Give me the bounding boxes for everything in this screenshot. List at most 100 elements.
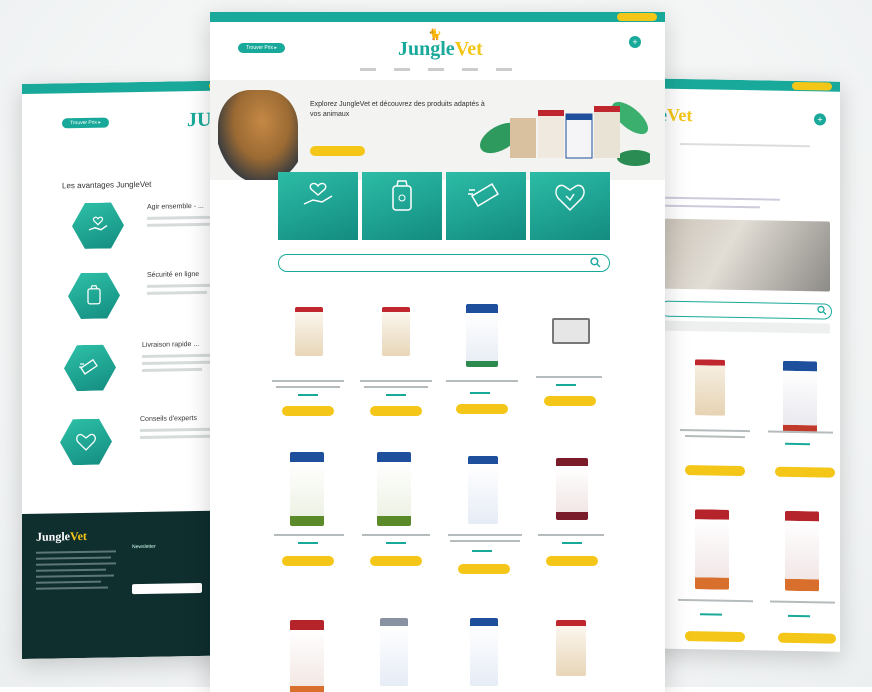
feature-title-1: Agir ensemble - ... bbox=[147, 202, 204, 211]
right-plus-icon[interactable]: + bbox=[814, 113, 826, 126]
hero-products-image bbox=[480, 101, 650, 166]
add-to-cart-button[interactable] bbox=[282, 556, 334, 566]
add-to-cart-button[interactable] bbox=[370, 406, 422, 416]
right-topbar-pill[interactable] bbox=[792, 81, 832, 91]
add-to-cart-button[interactable] bbox=[370, 556, 422, 566]
product-image[interactable] bbox=[290, 452, 324, 526]
product-image[interactable] bbox=[556, 620, 586, 676]
product-image[interactable] bbox=[556, 458, 588, 520]
right-intro-text-2 bbox=[660, 204, 760, 209]
feature-title-2: Sécurité en ligne bbox=[147, 270, 200, 279]
right-sort-bar[interactable] bbox=[660, 320, 830, 334]
hand-heart-icon bbox=[303, 182, 333, 205]
product-name[interactable] bbox=[360, 380, 432, 382]
product-search-bar[interactable] bbox=[278, 254, 610, 272]
add-to-cart-button[interactable] bbox=[775, 466, 835, 478]
feature-hex-2 bbox=[68, 272, 120, 319]
search-icon[interactable] bbox=[817, 305, 827, 315]
product-price bbox=[470, 392, 490, 394]
top-pill[interactable]: Trouver Prix ▸ bbox=[238, 36, 285, 54]
menu-item[interactable] bbox=[428, 68, 444, 71]
menu-item[interactable] bbox=[496, 68, 512, 71]
product-price bbox=[472, 550, 492, 552]
add-to-cart-button[interactable] bbox=[544, 396, 596, 406]
newsletter-input[interactable] bbox=[132, 582, 202, 595]
benefit-tile-4[interactable] bbox=[530, 172, 610, 240]
feature-text-4b bbox=[140, 434, 210, 439]
product-name[interactable] bbox=[770, 600, 835, 604]
product-image[interactable] bbox=[695, 359, 725, 416]
add-to-cart-button[interactable] bbox=[685, 631, 745, 643]
search-icon[interactable] bbox=[590, 257, 601, 268]
left-section-title: Les avantages JungleVet bbox=[62, 179, 152, 191]
product-image[interactable] bbox=[552, 318, 590, 344]
product-name[interactable] bbox=[272, 380, 344, 382]
center-plus-icon[interactable]: + bbox=[629, 36, 641, 48]
add-to-cart-button[interactable] bbox=[546, 556, 598, 566]
product-price bbox=[386, 542, 406, 544]
product-name[interactable] bbox=[536, 376, 602, 378]
benefit-tile-2[interactable] bbox=[362, 172, 442, 240]
cat-banner-image bbox=[660, 218, 830, 292]
feature-text-2b bbox=[147, 290, 207, 295]
menu-item[interactable] bbox=[360, 68, 376, 71]
add-to-cart-button[interactable] bbox=[456, 404, 508, 414]
footer-text-1 bbox=[36, 550, 116, 554]
add-to-cart-button[interactable] bbox=[685, 465, 745, 477]
product-image[interactable] bbox=[380, 618, 408, 686]
product-image[interactable] bbox=[470, 618, 498, 686]
product-name[interactable] bbox=[448, 534, 522, 536]
product-image[interactable] bbox=[377, 452, 411, 526]
feature-title-3: Livraison rapide ... bbox=[142, 340, 200, 349]
hero-button[interactable] bbox=[310, 146, 365, 156]
product-image[interactable] bbox=[290, 620, 324, 692]
add-to-cart-button[interactable] bbox=[282, 406, 334, 416]
topbar-cta-pill[interactable] bbox=[617, 13, 657, 21]
product-name-2 bbox=[450, 540, 520, 542]
benefit-tile-3[interactable] bbox=[446, 172, 526, 240]
footer-text-7 bbox=[36, 586, 108, 590]
product-name[interactable] bbox=[768, 430, 833, 434]
hero-title: Explorez JungleVet et découvrez des prod… bbox=[310, 101, 485, 118]
add-to-cart-button[interactable] bbox=[778, 632, 836, 644]
product-image[interactable] bbox=[468, 456, 498, 524]
product-price bbox=[788, 614, 810, 618]
product-name[interactable] bbox=[538, 534, 604, 536]
product-image[interactable] bbox=[695, 509, 729, 590]
vet-heart-icon bbox=[555, 184, 585, 212]
product-name[interactable] bbox=[274, 534, 344, 536]
product-image[interactable] bbox=[783, 360, 817, 434]
left-top-pill[interactable]: Trouver Prix ▸ bbox=[62, 111, 109, 130]
product-price bbox=[562, 542, 582, 544]
vet-heart-icon bbox=[74, 430, 98, 454]
add-to-cart-button[interactable] bbox=[458, 564, 510, 574]
menu-item[interactable] bbox=[462, 68, 478, 71]
product-price bbox=[700, 613, 722, 616]
footer-text-4 bbox=[36, 568, 106, 572]
benefit-tile-1[interactable] bbox=[278, 172, 358, 240]
right-intro-text bbox=[660, 196, 780, 201]
right-search-bar[interactable] bbox=[660, 300, 832, 320]
product-image[interactable] bbox=[785, 510, 819, 592]
product-name[interactable] bbox=[678, 598, 753, 603]
footer-text-5 bbox=[36, 574, 114, 578]
product-image[interactable] bbox=[382, 307, 410, 356]
product-price bbox=[298, 542, 318, 544]
product-image[interactable] bbox=[295, 307, 323, 356]
footer-text-3 bbox=[36, 562, 116, 566]
benefit-tiles bbox=[278, 172, 610, 240]
menu-item[interactable] bbox=[394, 68, 410, 71]
center-logo[interactable]: 🐈 JungleVet bbox=[398, 29, 483, 61]
product-name[interactable] bbox=[362, 534, 430, 536]
feature-hex-1 bbox=[72, 202, 124, 249]
center-topbar bbox=[210, 12, 665, 22]
product-image[interactable] bbox=[466, 304, 498, 367]
product-price bbox=[298, 394, 318, 396]
dog-image bbox=[218, 90, 298, 180]
product-name[interactable] bbox=[446, 380, 518, 382]
footer-text-2 bbox=[36, 556, 111, 560]
footer-logo: JungleVet bbox=[36, 528, 87, 544]
feature-text-1b bbox=[147, 222, 217, 227]
product-name[interactable] bbox=[680, 428, 750, 433]
feature-hex-4 bbox=[60, 418, 112, 465]
